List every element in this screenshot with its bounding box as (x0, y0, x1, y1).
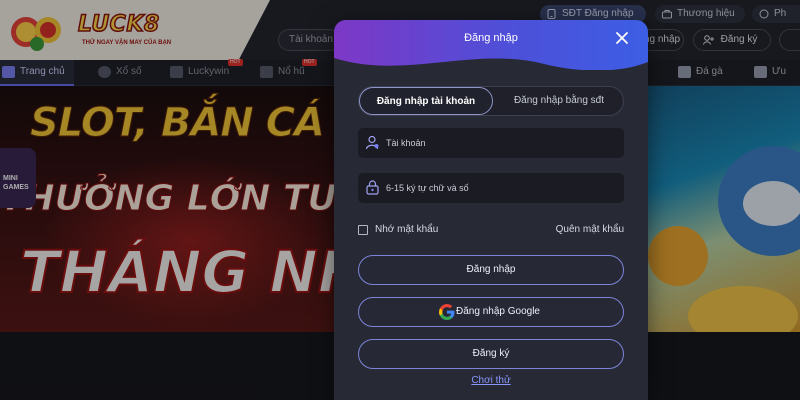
try-play-link[interactable]: Chơi thử (334, 375, 648, 386)
modal-title: Đăng nhập (464, 32, 518, 44)
google-icon (439, 304, 455, 320)
google-login-label: Đăng nhập Google (456, 306, 540, 317)
remember-label: Nhớ mật khẩu (375, 224, 439, 235)
header-wave (334, 58, 648, 90)
login-method-tabs: Đăng nhập tài khoản Đăng nhập bằng sđt (358, 86, 624, 116)
password-input[interactable] (386, 173, 616, 203)
remember-password[interactable]: Nhớ mật khẩu (358, 224, 438, 238)
register-button[interactable]: Đăng ký (358, 339, 624, 369)
forgot-password-link[interactable]: Quên mật khẩu (556, 224, 624, 236)
username-input[interactable] (386, 128, 616, 158)
tab-account-login[interactable]: Đăng nhập tài khoản (359, 87, 493, 115)
remember-checkbox[interactable] (358, 225, 368, 235)
user-icon (365, 135, 379, 150)
login-modal: Đăng nhập Đăng nhập tài khoản Đăng nhập … (334, 20, 648, 400)
close-icon[interactable] (614, 30, 630, 46)
google-login-button[interactable]: Đăng nhập Google (358, 297, 624, 327)
lock-icon (366, 180, 379, 195)
password-field (358, 173, 624, 203)
login-button[interactable]: Đăng nhập (358, 255, 624, 285)
tab-phone-login[interactable]: Đăng nhập bằng sđt (494, 87, 624, 115)
username-field (358, 128, 624, 158)
